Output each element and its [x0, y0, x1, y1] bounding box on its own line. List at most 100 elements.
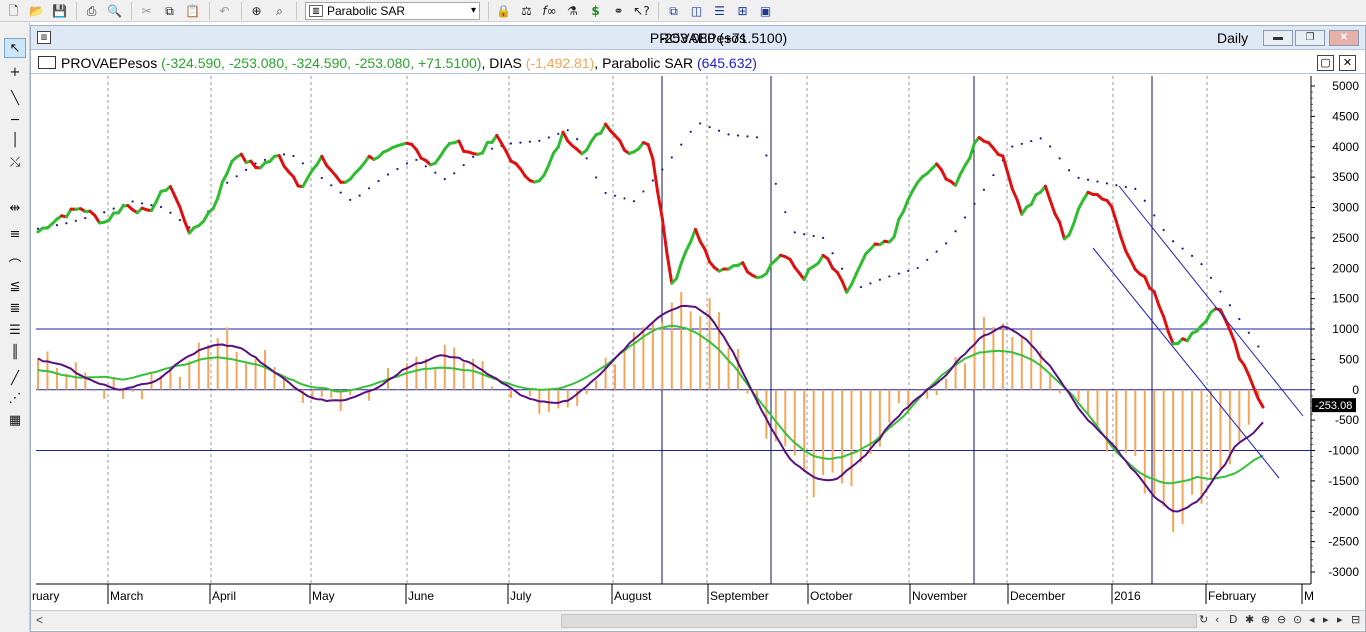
study-icon[interactable]: 🔒: [493, 1, 514, 20]
price-segment: [1048, 198, 1057, 216]
binoculars-icon[interactable]: ⚭: [608, 1, 629, 20]
horizontal-scrollbar[interactable]: < ↻ ‹ D ✱ ⊕ ⊖ ⊙ ◂ ▸ ▸ ⊟: [31, 610, 1365, 630]
sar-dot: [651, 179, 654, 182]
zoom-out-icon[interactable]: ⊖: [1277, 613, 1286, 626]
sar-dot: [386, 173, 390, 176]
grid-tool-icon[interactable]: ▦: [4, 410, 26, 430]
scroll-bar-right-icon[interactable]: ▸: [1323, 613, 1329, 626]
price-segment: [854, 262, 863, 276]
line-tool-icon[interactable]: ⤯: [4, 152, 26, 172]
indicator-icon[interactable]: ⚖: [516, 1, 537, 20]
scroll-left-icon[interactable]: <: [36, 613, 43, 627]
sar-dot: [226, 181, 229, 184]
sar-dot: [159, 205, 163, 209]
channel-tool-icon[interactable]: ≡: [4, 224, 26, 244]
open-icon[interactable]: 📂: [26, 1, 47, 20]
price-segment: [481, 140, 489, 155]
sar-dot: [320, 176, 323, 180]
sar-dot: [1067, 169, 1071, 172]
price-segment: [277, 154, 286, 168]
separator: [488, 1, 489, 20]
ray-tool-icon[interactable]: ╱: [4, 368, 26, 388]
scroll-start-icon[interactable]: ‹: [1215, 613, 1219, 626]
wizard-icon[interactable]: ▣: [755, 1, 776, 20]
spread-tool-icon[interactable]: ⇹: [4, 198, 26, 218]
help-cursor-icon[interactable]: ↖?: [631, 1, 652, 20]
separator: [658, 1, 659, 20]
dollar-icon[interactable]: $: [585, 1, 606, 20]
chart-area[interactable]: ruary March April May June July August Septembe…: [31, 26, 1365, 610]
formula-icon[interactable]: f∞: [539, 1, 560, 20]
price-segment: [1067, 221, 1076, 237]
crosshair-tool-icon[interactable]: +: [4, 62, 26, 82]
speed-lines-icon[interactable]: ⋰: [4, 388, 26, 408]
trendline-tool-icon[interactable]: ╲: [4, 88, 26, 108]
arrange-icon[interactable]: ⊞: [732, 1, 753, 20]
cut-icon[interactable]: ✂: [136, 1, 157, 20]
sar-dot: [1257, 345, 1260, 348]
cascade-icon[interactable]: ⧉: [663, 1, 684, 20]
sar-dot: [595, 176, 598, 179]
fan-tool-icon[interactable]: ≦: [4, 276, 26, 296]
month-label: December: [1010, 589, 1065, 603]
settings-icon[interactable]: ✱: [1245, 613, 1254, 626]
sar-dot: [755, 136, 759, 139]
tile-vertical-icon[interactable]: ◫: [686, 1, 707, 20]
sar-dot: [689, 130, 692, 133]
horizontal-line-tool-icon[interactable]: ─: [4, 110, 26, 130]
month-label: June: [408, 589, 434, 603]
new-icon[interactable]: 🗋: [3, 1, 24, 20]
time-zones-icon[interactable]: ║: [4, 342, 26, 362]
select-pointer-icon[interactable]: ↖: [4, 38, 26, 58]
zoom-icon[interactable]: ⌕: [269, 1, 290, 20]
study-select[interactable]: ▥ Parabolic SAR ▾: [305, 1, 480, 20]
fibonacci-extension-icon[interactable]: ☰: [4, 320, 26, 340]
y-tick-label: 3500: [1332, 170, 1359, 184]
price-segment: [1233, 340, 1241, 361]
crosshair-icon[interactable]: ⊕: [246, 1, 267, 20]
price-segment: [665, 252, 674, 285]
refresh-icon[interactable]: ↻: [1199, 613, 1208, 626]
sar-dot: [367, 187, 371, 190]
sar-dot: [1077, 176, 1080, 179]
zoom-reset-icon[interactable]: ⊙: [1293, 613, 1302, 626]
month-label: October: [810, 589, 853, 603]
scroll-end-icon[interactable]: ▸: [1337, 613, 1343, 626]
price-segment: [150, 200, 158, 213]
sar-dot: [784, 211, 787, 214]
chart-analysis-icon[interactable]: ⚗: [562, 1, 583, 20]
scroll-thumb[interactable]: [561, 614, 1197, 628]
price-segment: [225, 159, 234, 175]
sar-dot: [831, 252, 834, 255]
price-segment: [859, 252, 868, 266]
paste-icon[interactable]: 📋: [182, 1, 203, 20]
sar-dot: [1086, 178, 1090, 181]
sar-dot: [1238, 317, 1241, 321]
print-preview-icon[interactable]: 🔍: [104, 1, 125, 20]
fibonacci-retracement-icon[interactable]: ≣: [4, 298, 26, 318]
undo-icon[interactable]: ↶: [214, 1, 235, 20]
print-icon[interactable]: ⎙: [81, 1, 102, 20]
sar-dot: [803, 233, 806, 236]
price-segment: [1072, 207, 1081, 225]
arc-tool-icon[interactable]: ⌒: [4, 254, 26, 274]
save-icon[interactable]: 💾: [49, 1, 70, 20]
zoom-in-icon[interactable]: ⊕: [1261, 613, 1270, 626]
sar-dot: [55, 224, 59, 227]
scroll-bar-left-icon[interactable]: ◂: [1309, 613, 1315, 626]
sar-dot: [339, 191, 342, 194]
price-segment: [1129, 258, 1137, 271]
copy-icon[interactable]: ⧉: [159, 1, 180, 20]
sar-dot: [973, 202, 976, 205]
sar-dot: [869, 282, 872, 285]
daily-toggle-icon[interactable]: D: [1229, 613, 1237, 626]
price-segment: [679, 249, 688, 265]
vertical-line-tool-icon[interactable]: │: [4, 130, 26, 150]
sar-dot: [623, 197, 626, 200]
tile-horizontal-icon[interactable]: ☰: [709, 1, 730, 20]
chevron-down-icon[interactable]: ▾: [471, 5, 476, 16]
price-segment: [1228, 328, 1237, 344]
price-segment: [178, 205, 187, 223]
sar-dot: [1200, 263, 1203, 266]
fit-icon[interactable]: ⊟: [1351, 613, 1360, 626]
